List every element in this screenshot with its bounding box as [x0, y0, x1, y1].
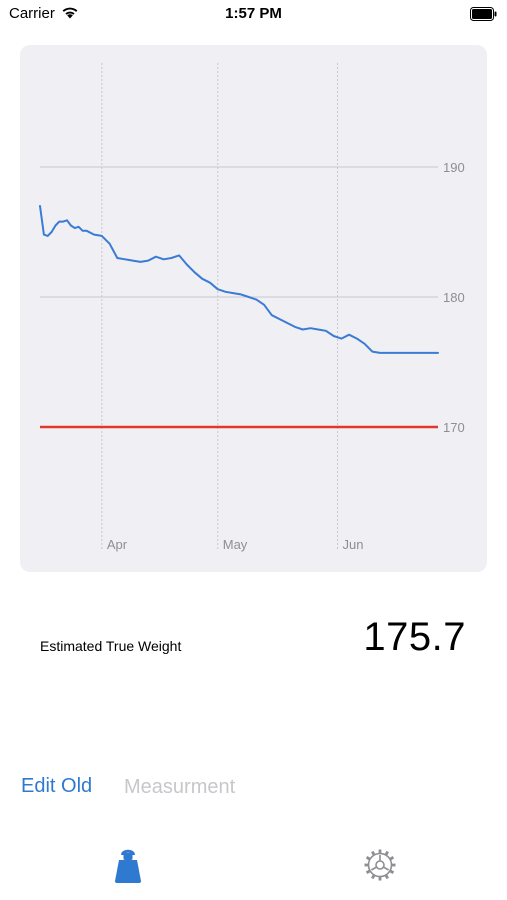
x-tick-label: Apr: [107, 537, 128, 552]
gear-icon[interactable]: [362, 847, 398, 883]
x-tick-label: Jun: [343, 537, 364, 552]
tab-bar: [0, 840, 507, 900]
weight-trend-line: [39, 205, 439, 354]
weight-chart-plot: Apr May Jun 170 180 190: [39, 63, 465, 552]
edit-old-button[interactable]: Edit Old: [21, 775, 92, 798]
weight-icon[interactable]: [112, 845, 144, 885]
status-bar: Carrier 1:57 PM: [0, 0, 507, 30]
estimated-weight-value: 175.7: [363, 615, 466, 659]
weight-chart: Apr May Jun 170 180 190: [20, 45, 487, 572]
y-tick-label: 180: [443, 290, 465, 305]
y-tick-label: 170: [443, 420, 465, 435]
measurement-input[interactable]: [124, 772, 424, 802]
battery-icon: [470, 7, 497, 21]
estimated-weight-label: Estimated True Weight: [40, 638, 182, 654]
y-tick-label: 190: [443, 160, 465, 175]
x-tick-label: May: [223, 537, 248, 552]
clock: 1:57 PM: [225, 5, 282, 22]
